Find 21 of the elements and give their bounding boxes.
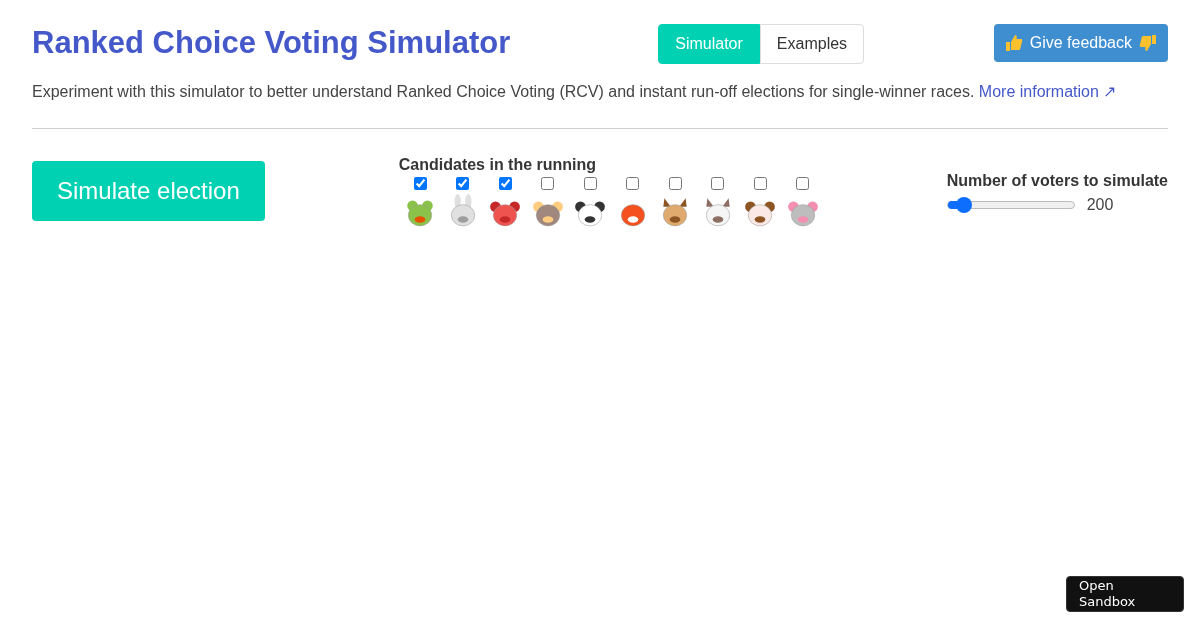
more-information-link[interactable]: More information ↗ [978,83,1117,100]
candidates-heading: Candidates in the running [398,155,598,175]
voter-count: 200 [1086,195,1114,215]
open-sandbox-button[interactable]: Open Sandbox [1066,576,1184,612]
page-title: Ranked Choice Voting Simulator [32,24,511,62]
checkbox[interactable] [753,177,767,190]
checkbox[interactable] [498,177,512,190]
thumbs-up-icon [1003,33,1024,53]
checkbox[interactable] [456,177,469,190]
checkbox[interactable] [711,177,724,190]
feedback-button[interactable]: Give feedback [993,24,1168,62]
voters-label: Number of voters to simulate [946,171,1168,191]
checkbox[interactable] [541,177,554,190]
tab[interactable]: Examples [759,24,865,64]
checkbox[interactable] [583,177,597,190]
checkbox[interactable] [796,177,809,190]
checkbox[interactable] [413,177,427,190]
intro-text: Experiment with this simulator to better understand Ranked Choice Voting (RCV) and instant run-off elections for single-winner races. More information ↗ [32,82,1118,102]
checkbox[interactable] [668,177,682,190]
thumbs-down-icon [1138,33,1158,53]
checkbox[interactable] [626,177,639,190]
